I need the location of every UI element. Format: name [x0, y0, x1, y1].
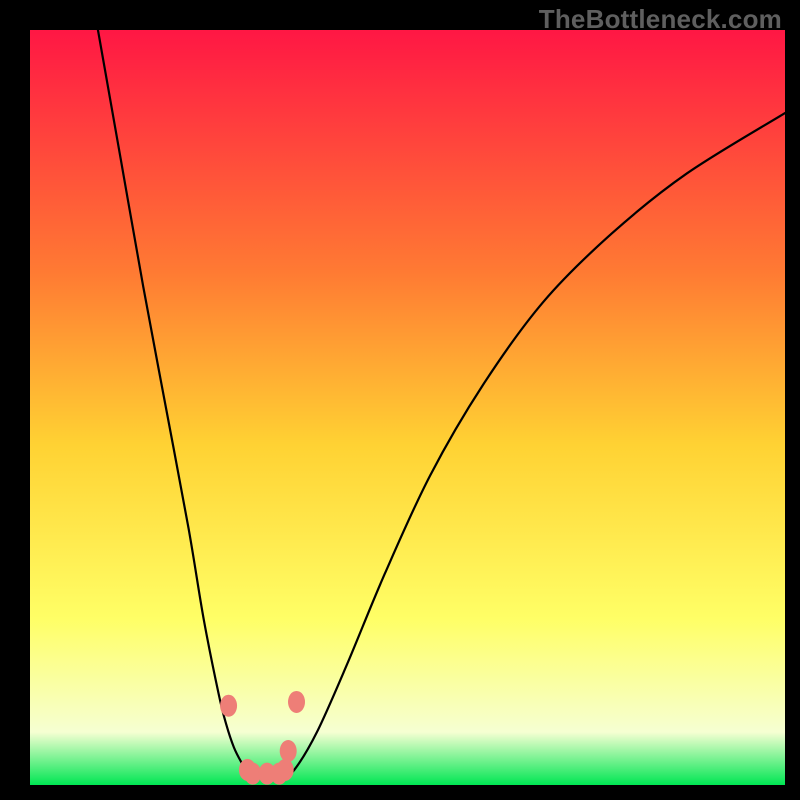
trough-marker — [277, 759, 294, 781]
chart-frame: TheBottleneck.com — [0, 0, 800, 800]
trough-marker — [220, 695, 237, 717]
bottleneck-curve-chart — [30, 30, 785, 785]
trough-marker — [280, 740, 297, 762]
trough-marker — [288, 691, 305, 713]
gradient-background — [30, 30, 785, 785]
plot-area — [30, 30, 785, 785]
